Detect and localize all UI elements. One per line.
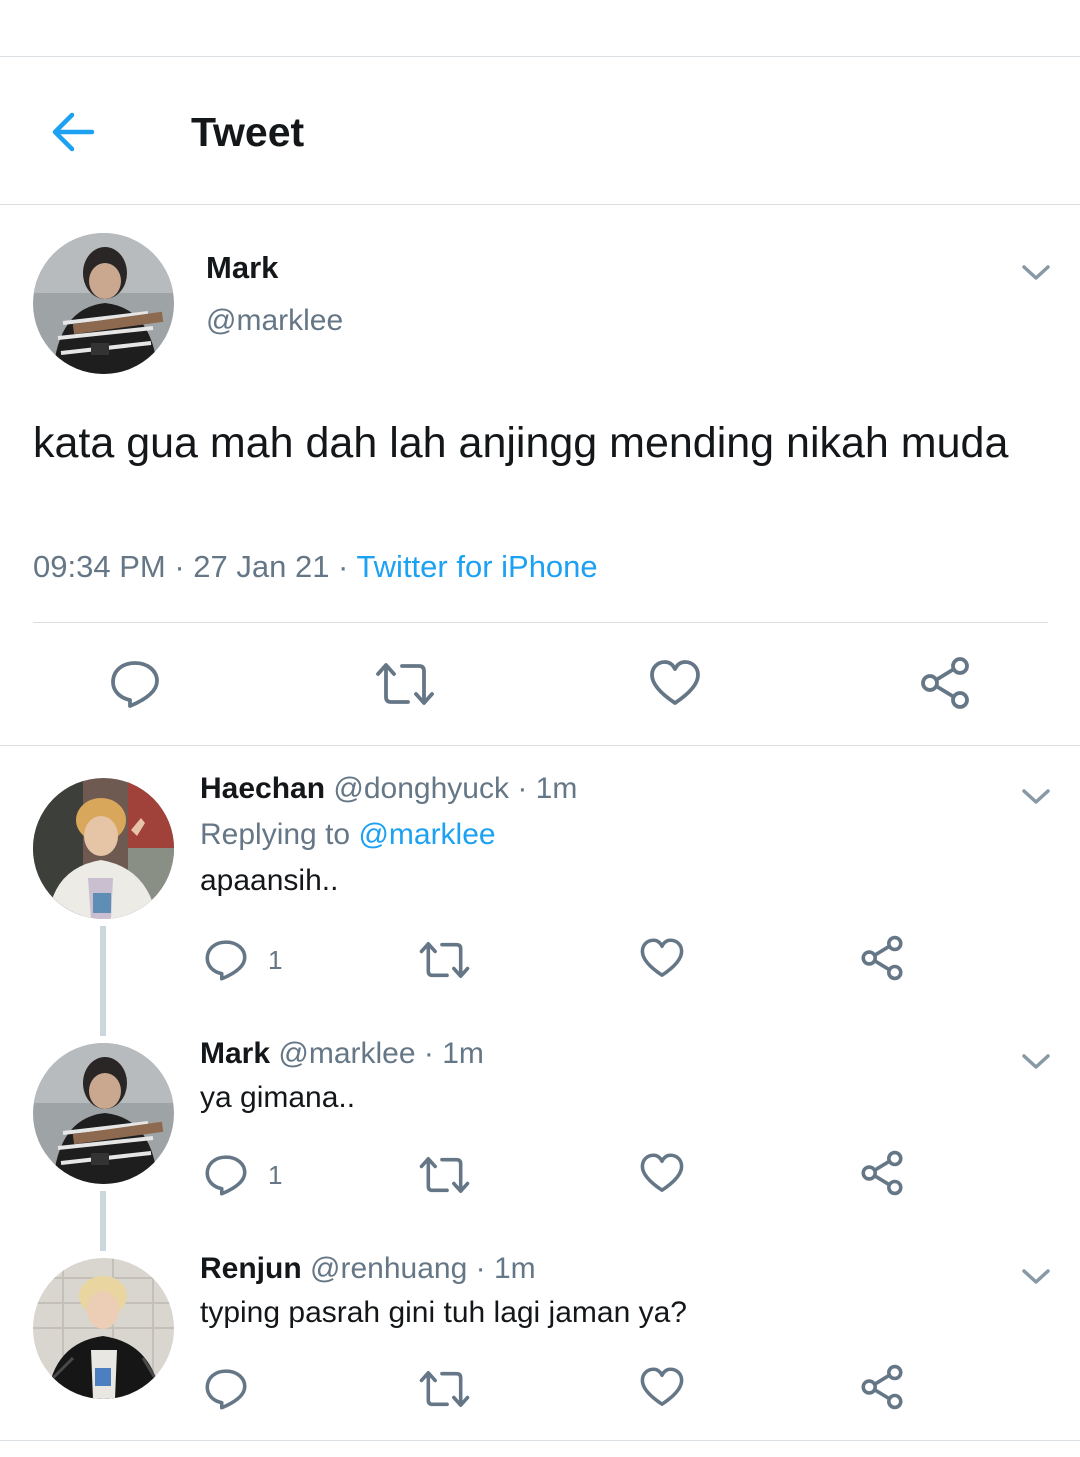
reply-text: typing pasrah gini tuh lagi jaman ya?	[200, 1296, 687, 1329]
retweet-button[interactable]	[374, 657, 436, 716]
reply-author-handle[interactable]: @donghyuck	[333, 772, 509, 805]
reply-button[interactable]	[203, 937, 249, 988]
reply-author-handle[interactable]: @marklee	[278, 1037, 415, 1070]
reply-button[interactable]	[203, 1152, 249, 1203]
reply-author-name[interactable]: Renjun	[200, 1252, 302, 1285]
reply-text: ya gimana..	[200, 1081, 356, 1114]
reply-icon	[205, 1155, 247, 1196]
avatar-photo-haechan	[33, 778, 174, 919]
chevron-down-icon	[1022, 1054, 1050, 1069]
like-icon	[640, 1367, 684, 1406]
reply-author-name[interactable]: Mark	[200, 1037, 270, 1070]
reply-time: 1m	[442, 1037, 484, 1070]
avatar-photo-renjun	[33, 1258, 174, 1399]
reply-header: Renjun @renhuang · 1m	[200, 1252, 536, 1286]
reply-icon	[205, 940, 247, 981]
reply-author-handle[interactable]: @renhuang	[310, 1252, 467, 1285]
share-icon	[861, 1150, 903, 1196]
replying-to-label: Replying to	[200, 818, 351, 851]
replying-to: Replying to @marklee	[200, 818, 496, 852]
tweet-date: 27 Jan 21	[193, 549, 330, 584]
like-button[interactable]	[648, 657, 702, 716]
reply-author-name[interactable]: Haechan	[200, 772, 325, 805]
meta-separator: ·	[165, 549, 194, 584]
tweet-detail-page: Tweet Mark @marklee kata gua mah dah lah…	[0, 0, 1080, 1457]
page-title: Tweet	[191, 109, 305, 155]
reply-time: 1m	[493, 1252, 536, 1285]
like-icon	[640, 938, 684, 977]
meta-separator: ·	[423, 1037, 434, 1070]
tweet-options-button[interactable]	[1019, 262, 1053, 284]
avatar[interactable]	[33, 1043, 174, 1184]
header-bar: Tweet	[0, 57, 1080, 205]
replying-to-handle[interactable]: @marklee	[358, 818, 495, 851]
tweet-text: kata gua mah dah lah anjingg mending nik…	[33, 419, 1009, 467]
reply-header: Mark @marklee · 1m	[200, 1037, 484, 1071]
tweet-source-link[interactable]: Twitter for iPhone	[356, 549, 597, 584]
avatar-photo-mark	[33, 233, 174, 374]
like-button[interactable]	[639, 936, 685, 987]
reply-count: 1	[268, 945, 283, 975]
reply-icon	[205, 1369, 247, 1410]
like-icon	[650, 660, 700, 705]
retweet-icon	[419, 942, 470, 978]
like-button[interactable]	[639, 1365, 685, 1416]
tweet-time: 09:34 PM	[33, 549, 166, 584]
reply-button[interactable]	[203, 1366, 249, 1417]
share-button[interactable]	[918, 656, 972, 715]
meta-separator: ·	[517, 772, 528, 805]
avatar-photo-mark	[33, 1043, 174, 1184]
retweet-icon	[419, 1157, 470, 1193]
reply-text: apaansih..	[200, 864, 339, 897]
author-handle[interactable]: @marklee	[206, 304, 343, 338]
share-button[interactable]	[859, 935, 905, 986]
reply-button[interactable]	[108, 657, 162, 716]
share-icon	[921, 657, 969, 709]
bottom-divider	[0, 1440, 1080, 1441]
chevron-down-icon	[1022, 789, 1050, 804]
retweet-icon	[376, 663, 434, 705]
like-icon	[640, 1153, 684, 1192]
tweet-meta: 09:34 PM · 27 Jan 21 · Twitter for iPhon…	[33, 549, 598, 585]
chevron-down-icon	[1022, 1269, 1050, 1284]
actions-divider	[0, 745, 1080, 746]
back-button[interactable]	[44, 107, 104, 157]
retweet-button[interactable]	[418, 937, 471, 988]
share-icon	[861, 1364, 903, 1410]
chevron-down-icon	[1022, 265, 1050, 280]
meta-separator: ·	[475, 1252, 486, 1285]
reply-count: 1	[268, 1160, 283, 1190]
author-name[interactable]: Mark	[206, 250, 278, 286]
share-button[interactable]	[859, 1150, 905, 1201]
arrow-left-icon	[52, 112, 95, 152]
share-button[interactable]	[859, 1364, 905, 1415]
meta-separator: ·	[329, 549, 357, 584]
retweet-icon	[419, 1371, 470, 1407]
reply-header: Haechan @donghyuck · 1m	[200, 772, 577, 806]
header-divider	[0, 204, 1080, 205]
avatar[interactable]	[33, 1258, 174, 1399]
retweet-button[interactable]	[418, 1366, 471, 1417]
reply-options-button[interactable]	[1019, 1051, 1053, 1073]
retweet-button[interactable]	[418, 1152, 471, 1203]
reply-time: 1m	[535, 772, 578, 805]
meta-divider	[33, 622, 1048, 623]
avatar[interactable]	[33, 778, 174, 919]
thread-connector	[100, 1191, 106, 1251]
avatar[interactable]	[33, 233, 174, 374]
thread-connector	[100, 926, 106, 1036]
like-button[interactable]	[639, 1151, 685, 1202]
share-icon	[861, 935, 903, 981]
reply-options-button[interactable]	[1019, 786, 1053, 808]
reply-options-button[interactable]	[1019, 1266, 1053, 1288]
reply-icon	[111, 661, 159, 708]
